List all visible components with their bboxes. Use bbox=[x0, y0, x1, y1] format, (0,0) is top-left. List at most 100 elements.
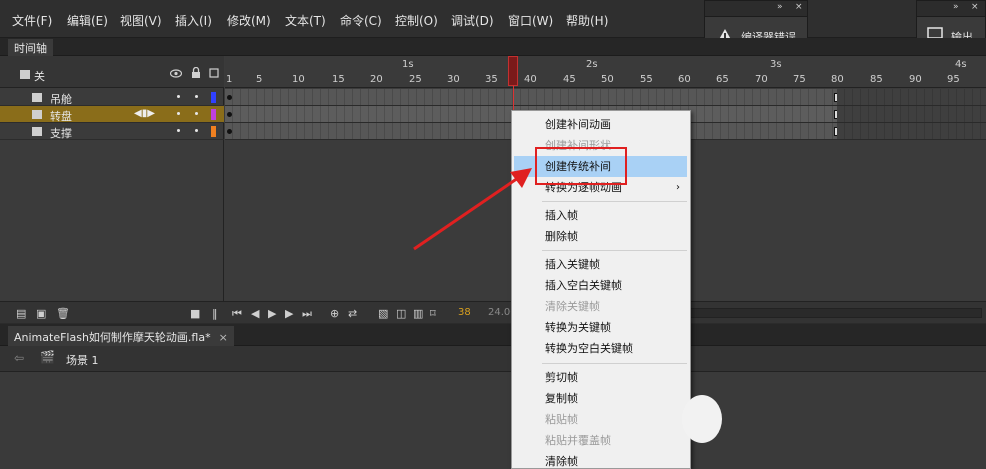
menu-view[interactable]: 视图(V) bbox=[120, 12, 162, 29]
onion-outline-icon[interactable]: ◫ bbox=[396, 307, 406, 320]
menu-item-clear-keyframe[interactable]: 清除关键帧 bbox=[512, 296, 690, 317]
menu-help[interactable]: 帮助(H) bbox=[566, 12, 608, 29]
menu-item-convert-to-keyframe[interactable]: 转换为关键帧 bbox=[512, 317, 690, 338]
empty-frames[interactable] bbox=[837, 89, 986, 106]
trash-icon[interactable]: 🗑 bbox=[56, 307, 70, 320]
menu-edit[interactable]: 编辑(E) bbox=[67, 12, 108, 29]
empty-frames[interactable] bbox=[837, 123, 986, 140]
lock-dot[interactable] bbox=[195, 129, 198, 132]
menu-file[interactable]: 文件(F) bbox=[12, 12, 52, 29]
collapse-icon[interactable]: » bbox=[777, 2, 783, 12]
ruler-frame-label: 35 bbox=[485, 74, 498, 85]
clapper-icon: 🎬 bbox=[40, 350, 55, 364]
tab-document[interactable]: AnimateFlash如何制作摩天轮动画.fla* × bbox=[8, 326, 234, 346]
ruler-frame-label: 75 bbox=[793, 74, 806, 85]
modify-markers-icon[interactable]: ⌑ bbox=[430, 307, 436, 320]
timeline-toolbar: ▤ ▣ 🗑 ■ ‖ ⏮ ◀ ▶ ▶ ⏭ ⊕ ⇄ ▧ ◫ ▥ ⌑ 38 24.00 bbox=[0, 301, 986, 323]
horizontal-scrollbar[interactable] bbox=[682, 308, 982, 318]
layer-color-swatch[interactable] bbox=[211, 126, 216, 137]
camera-icon[interactable]: ■ bbox=[190, 307, 200, 320]
menu-command[interactable]: 命令(C) bbox=[340, 12, 382, 29]
menu-item-convert-to-blank-keyframe[interactable]: 转换为空白关键帧 bbox=[512, 338, 690, 359]
menu-item-copy-frames[interactable]: 复制帧 bbox=[512, 388, 690, 409]
panel-titlebar: » × bbox=[705, 1, 807, 17]
outline-icon[interactable] bbox=[209, 68, 219, 78]
back-arrow-icon[interactable]: ⇦ bbox=[14, 351, 24, 365]
menu-modify[interactable]: 修改(M) bbox=[227, 12, 271, 29]
last-frame-icon[interactable]: ⏭ bbox=[302, 307, 312, 321]
layer-row[interactable]: 支撑 bbox=[0, 123, 224, 140]
visibility-dot[interactable] bbox=[177, 95, 180, 98]
frame-ruler[interactable]: 1s 2s 3s 4s 1 5 10 15 20 25 30 35 40 45 … bbox=[225, 56, 986, 88]
lock-icon[interactable] bbox=[191, 67, 201, 79]
panel-titlebar: » × bbox=[917, 1, 985, 17]
menu-item-cut-frames[interactable]: 剪切帧 bbox=[512, 367, 690, 388]
ruler-frame-label: 5 bbox=[256, 74, 263, 85]
center-frame-icon[interactable]: ⊕ bbox=[330, 307, 339, 320]
ruler-frame-label: 55 bbox=[640, 74, 653, 85]
menu-item-create-motion-tween[interactable]: 创建补间动画 bbox=[512, 114, 690, 135]
ruler-frame-label: 20 bbox=[370, 74, 383, 85]
ruler-frame-label: 25 bbox=[409, 74, 422, 85]
keyframe[interactable] bbox=[227, 129, 232, 134]
layers-header-label: 关 bbox=[34, 70, 45, 83]
tab-timeline[interactable]: 时间轴 bbox=[8, 39, 53, 56]
keyframe-nav-icon[interactable]: ◀▮▶ bbox=[134, 108, 155, 119]
keyframe[interactable] bbox=[227, 112, 232, 117]
menu-insert[interactable]: 插入(I) bbox=[175, 12, 212, 29]
layer-name: 支撑 bbox=[50, 127, 72, 140]
layer-color-swatch[interactable] bbox=[211, 92, 216, 103]
layer-icon bbox=[32, 127, 42, 136]
close-icon[interactable]: × bbox=[219, 331, 228, 344]
menu-window[interactable]: 窗口(W) bbox=[508, 12, 553, 29]
lock-dot[interactable] bbox=[195, 112, 198, 115]
ruler-frame-label: 80 bbox=[831, 74, 844, 85]
panel-resize-icon[interactable]: ‖ bbox=[212, 307, 218, 320]
menu-item-paste-frames[interactable]: 粘贴帧 bbox=[512, 409, 690, 430]
onion-skin-icon[interactable]: ▧ bbox=[378, 307, 388, 320]
menu-item-insert-keyframe[interactable]: 插入关键帧 bbox=[512, 254, 690, 275]
new-layer-icon[interactable]: ▤ bbox=[16, 307, 26, 320]
annotation-arrow-icon bbox=[413, 168, 532, 251]
prev-frame-icon[interactable]: ◀ bbox=[251, 307, 259, 320]
layer-row-selected[interactable]: 转盘 ◀▮▶ bbox=[0, 106, 224, 123]
ruler-frame-label: 1 bbox=[226, 74, 233, 85]
close-icon[interactable]: × bbox=[971, 2, 979, 12]
visibility-dot[interactable] bbox=[177, 112, 180, 115]
current-frame[interactable]: 38 bbox=[458, 307, 471, 318]
ruler-second-label: 2s bbox=[586, 59, 598, 70]
menu-item-insert-blank-keyframe[interactable]: 插入空白关键帧 bbox=[512, 275, 690, 296]
new-folder-icon[interactable]: ▣ bbox=[36, 307, 46, 320]
scene-label[interactable]: 场景 1 bbox=[66, 352, 99, 368]
ruler-frame-label: 30 bbox=[447, 74, 460, 85]
stage-area[interactable] bbox=[0, 372, 986, 469]
playhead[interactable] bbox=[508, 56, 518, 86]
empty-frames[interactable] bbox=[837, 106, 986, 123]
ruler-frame-label: 65 bbox=[716, 74, 729, 85]
timeline-tabbar: 时间轴 bbox=[0, 38, 986, 56]
ruler-frame-label: 50 bbox=[601, 74, 614, 85]
loop-icon[interactable]: ⇄ bbox=[348, 307, 357, 320]
keyframe[interactable] bbox=[227, 95, 232, 100]
menu-separator bbox=[542, 201, 687, 202]
lock-dot[interactable] bbox=[195, 95, 198, 98]
menu-item-paste-overwrite-frames[interactable]: 粘贴并覆盖帧 bbox=[512, 430, 690, 451]
eye-icon[interactable] bbox=[170, 69, 182, 78]
layer-name: 转盘 bbox=[50, 110, 72, 123]
menu-debug[interactable]: 调试(D) bbox=[451, 12, 494, 29]
menu-item-clear-frames[interactable]: 清除帧 bbox=[512, 451, 690, 468]
frame-row[interactable] bbox=[225, 89, 839, 106]
ruler-frame-label: 70 bbox=[755, 74, 768, 85]
close-icon[interactable]: × bbox=[795, 2, 803, 12]
menu-text[interactable]: 文本(T) bbox=[285, 12, 326, 29]
collapse-icon[interactable]: » bbox=[953, 2, 959, 12]
next-frame-icon[interactable]: ▶ bbox=[285, 307, 293, 320]
edit-multiple-icon[interactable]: ▥ bbox=[413, 307, 423, 320]
layer-folder-icon[interactable] bbox=[20, 70, 30, 79]
visibility-dot[interactable] bbox=[177, 129, 180, 132]
layer-row[interactable]: 吊舱 bbox=[0, 89, 224, 106]
layer-color-swatch[interactable] bbox=[211, 109, 216, 120]
first-frame-icon[interactable]: ⏮ bbox=[232, 307, 242, 321]
menu-control[interactable]: 控制(O) bbox=[395, 12, 438, 29]
play-icon[interactable]: ▶ bbox=[268, 307, 276, 320]
